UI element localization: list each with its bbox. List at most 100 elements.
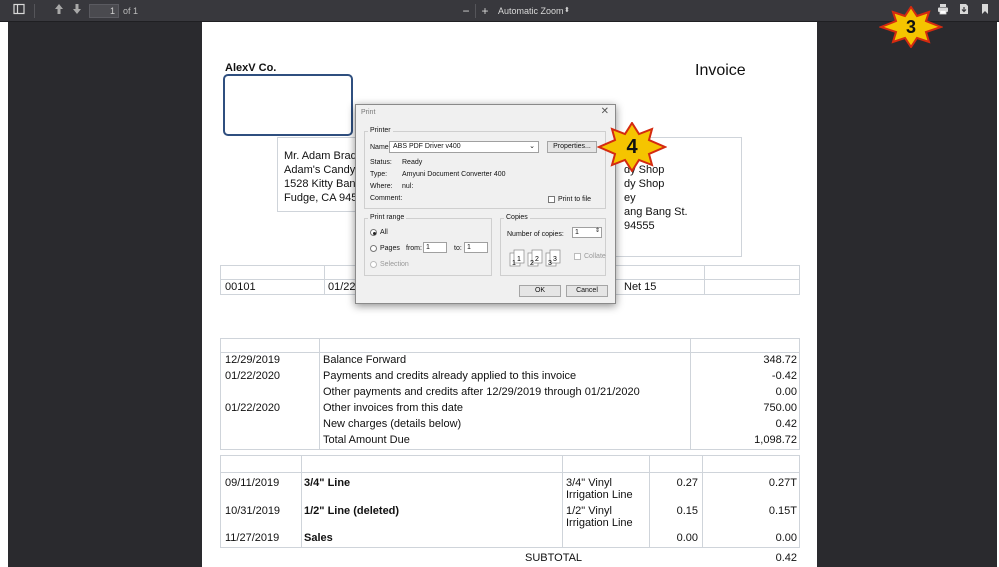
copies-label-group: Copies	[504, 214, 530, 221]
table-border	[220, 455, 221, 547]
range-all-radio[interactable]	[370, 229, 377, 236]
summary-desc: Total Amount Due	[323, 434, 410, 446]
logo-placeholder	[223, 74, 353, 136]
from-input[interactable]: 1	[423, 242, 447, 253]
line-rate: 0.27	[676, 477, 698, 489]
stepper-icon[interactable]: ⇕	[595, 227, 600, 236]
zoom-select[interactable]: Automatic Zoom ⬍	[494, 4, 574, 18]
table-border	[799, 338, 800, 449]
pdf-toolbar: 1 of 1 − + Automatic Zoom ⬍	[0, 0, 999, 22]
table-border	[220, 265, 221, 294]
table-border	[220, 547, 800, 548]
callout-star-3: 3	[878, 5, 944, 49]
line-desc: Irrigation Line	[566, 517, 633, 529]
table-border	[220, 449, 800, 450]
table-border	[220, 472, 800, 473]
where-label: Where:	[370, 183, 393, 190]
collate-label: Collate	[584, 253, 606, 260]
status-value: Ready	[402, 159, 423, 166]
zoom-out-button[interactable]: −	[460, 3, 472, 19]
zoom-in-button[interactable]: +	[479, 3, 491, 19]
type-label: Type:	[370, 171, 388, 178]
print-dialog: Print ✕ Printer Name: ABS PDF Driver v40…	[355, 104, 616, 304]
invoice-title: Invoice	[695, 62, 746, 79]
table-border	[319, 338, 320, 449]
summary-amount: 0.42	[775, 418, 797, 430]
summary-desc: Payments and credits already applied to …	[323, 370, 577, 382]
line-desc: 3/4" Vinyl	[566, 477, 612, 489]
svg-text:2: 2	[535, 256, 539, 263]
table-border	[301, 455, 302, 547]
download-icon[interactable]	[957, 3, 971, 19]
table-border	[704, 265, 705, 294]
range-pages-radio[interactable]	[370, 245, 377, 252]
close-icon[interactable]: ✕	[601, 107, 609, 117]
table-border	[324, 265, 325, 294]
table-border	[799, 265, 800, 294]
summary-date: 12/29/2019	[225, 354, 281, 366]
bookmark-icon[interactable]	[978, 3, 992, 19]
page-count: of 1	[123, 6, 139, 16]
line-rate: 0.15	[676, 505, 698, 517]
line-date: 09/11/2019	[225, 477, 280, 489]
callout-number: 4	[626, 136, 638, 158]
toolbar-separator	[475, 4, 476, 18]
summary-amount: 1,098.72	[754, 434, 797, 446]
type-value: Amyuni Document Converter 400	[402, 171, 506, 178]
ship-to-line: dy Shop	[624, 178, 665, 190]
arrow-down-icon[interactable]	[70, 3, 84, 19]
company-name: AlexV Co.	[225, 62, 277, 74]
line-rate: 0.00	[676, 532, 698, 544]
invoice-number: 00101	[225, 281, 256, 293]
print-to-file-checkbox[interactable]	[548, 196, 555, 203]
summary-desc: New charges (details below)	[323, 418, 462, 430]
subtotal-value: 0.42	[775, 552, 797, 564]
svg-text:2: 2	[530, 260, 534, 267]
status-label: Status:	[370, 159, 392, 166]
line-date: 10/31/2019	[225, 505, 281, 517]
arrow-up-icon[interactable]	[52, 3, 66, 19]
svg-text:1: 1	[512, 260, 516, 267]
table-border	[220, 338, 221, 449]
bill-to-line: Adam's Candy S	[284, 164, 366, 176]
dialog-title: Print	[361, 109, 376, 116]
line-item: 3/4" Line	[304, 477, 351, 489]
line-date: 11/27/2019	[225, 532, 280, 544]
summary-date: 01/22/2020	[225, 370, 281, 382]
ok-button[interactable]: OK	[519, 285, 561, 297]
ship-to-line: ey	[624, 192, 636, 204]
range-pages-label: Pages	[380, 245, 400, 252]
table-border	[799, 455, 800, 547]
to-input[interactable]: 1	[464, 242, 488, 253]
copies-label: Number of copies:	[507, 231, 564, 238]
viewer-edge	[0, 22, 8, 567]
ship-to-line: ang Bang St.	[624, 206, 688, 218]
copies-input[interactable]: 1 ⇕	[572, 227, 602, 238]
printer-name-select[interactable]: ABS PDF Driver v400 ⌄	[389, 141, 539, 153]
svg-text:3: 3	[548, 260, 552, 267]
print-to-file-label: Print to file	[558, 196, 592, 203]
collate-preview-icon: 1 1 2 2 3 3	[508, 249, 563, 269]
print-range-label: Print range	[368, 214, 407, 221]
to-label: to:	[454, 245, 462, 252]
properties-button[interactable]: Properties...	[547, 141, 597, 153]
collate-checkbox[interactable]	[574, 253, 581, 260]
invoice-date: 01/22	[328, 281, 356, 293]
svg-text:1: 1	[517, 256, 521, 263]
bill-to-line: 1528 Kitty Bang	[284, 178, 362, 190]
cancel-button[interactable]: Cancel	[566, 285, 608, 297]
range-selection-radio[interactable]	[370, 261, 377, 268]
svg-text:3: 3	[553, 256, 557, 263]
toolbar-separator	[34, 4, 35, 18]
summary-date: 01/22/2020	[225, 402, 281, 414]
from-label: from:	[406, 245, 422, 252]
table-border	[702, 455, 703, 547]
bill-to-line: Mr. Adam Bradl	[284, 150, 360, 162]
page-number-input[interactable]: 1	[89, 4, 119, 18]
sidebar-toggle-icon[interactable]	[12, 3, 26, 19]
line-desc: 1/2" Vinyl	[566, 505, 612, 517]
summary-amount: 750.00	[763, 402, 797, 414]
copies-value: 1	[575, 229, 579, 236]
summary-desc: Balance Forward	[323, 354, 407, 366]
callout-number: 3	[905, 17, 916, 37]
